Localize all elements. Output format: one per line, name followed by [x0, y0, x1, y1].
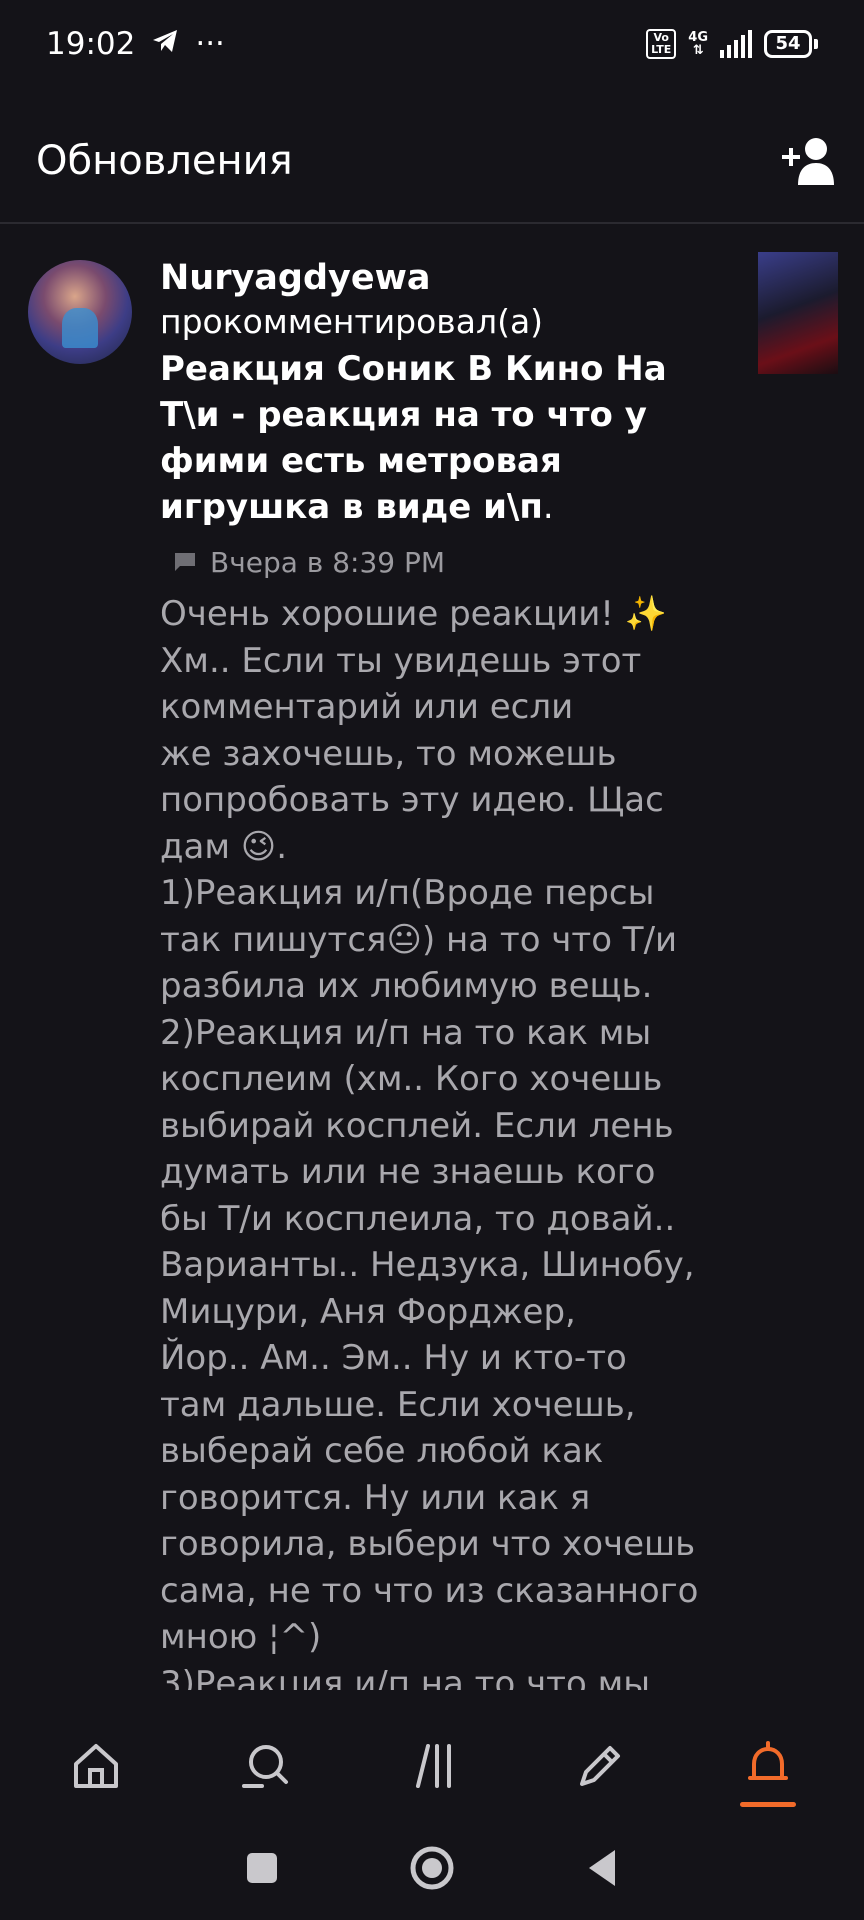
more-notifications-icon: ··· — [195, 26, 225, 62]
feed-icon — [416, 1744, 451, 1788]
nav-home[interactable] — [41, 1721, 151, 1811]
nav-feed[interactable] — [377, 1721, 487, 1811]
avatar[interactable] — [28, 260, 132, 364]
edit-icon — [580, 1746, 620, 1786]
comment-line: попробовать эту идею. Щас — [160, 780, 664, 820]
comment-line: Варианты.. Недзука, Шинобу, — [160, 1245, 695, 1285]
comment-line: думать или не знаешь кого — [160, 1152, 656, 1192]
system-nav — [0, 1820, 864, 1920]
square-icon — [247, 1853, 277, 1883]
notification-content: Nuryagdyewa прокомментировал(а) Реакция … — [160, 256, 730, 1690]
battery-level: 54 — [764, 30, 812, 58]
search-icon — [242, 1745, 288, 1788]
recents-button[interactable] — [245, 1851, 279, 1889]
comment-line: дам 😉. — [160, 826, 288, 867]
add-user-button[interactable] — [778, 129, 842, 193]
comment-line: говорится. Ну или как я — [160, 1477, 591, 1518]
status-left: 19:02 ··· — [46, 26, 225, 62]
comment-icon — [174, 546, 196, 579]
post-title[interactable]: Реакция Соник В Кино На Т\и - реакция на… — [160, 346, 730, 530]
data-arrows-icon: ⇅ — [692, 43, 704, 58]
telegram-icon — [151, 26, 179, 62]
nav-create[interactable] — [545, 1721, 655, 1811]
nav-notifications[interactable] — [713, 1721, 823, 1811]
bottom-nav — [0, 1716, 864, 1816]
comment-line: 3)Реакция и/п на то что мы — [160, 1663, 651, 1691]
bell-icon — [748, 1741, 788, 1780]
nav-search[interactable] — [209, 1721, 319, 1811]
comment-line: сама, не то что из сказанного — [160, 1570, 699, 1611]
status-time: 19:02 — [46, 26, 136, 62]
comment-line: там дальше. Если хочешь, — [160, 1384, 636, 1425]
app-header: Обновления — [0, 100, 864, 224]
circle-icon — [410, 1846, 454, 1890]
page-title: Обновления — [36, 138, 293, 184]
comment-line: разбила их любимую вещь. — [160, 966, 653, 1006]
battery-tip — [814, 39, 818, 49]
add-user-icon — [782, 138, 834, 185]
back-triangle-icon — [589, 1850, 615, 1886]
comment-text: Очень хорошие реакции! ✨ Хм.. Если ты уви… — [160, 591, 740, 1690]
comment-line: выберай себе любой как — [160, 1431, 604, 1471]
comment-line: выбирай косплей. Если лень — [160, 1105, 674, 1146]
active-tab-indicator — [740, 1802, 796, 1807]
home-system-button[interactable] — [409, 1845, 455, 1895]
timestamp-row: Вчера в 8:39 PM — [174, 546, 730, 579]
home-icon — [74, 1744, 118, 1788]
comment-line: же захочешь, то можешь — [160, 733, 617, 774]
post-title-suffix: . — [542, 487, 554, 527]
comment-line: бы Т/и косплеила, то довай.. — [160, 1198, 676, 1239]
comment-line: Йор.. Ам.. Эм.. Ну и кто-то — [160, 1338, 627, 1378]
comment-line: косплеим (хм.. Кого хочешь — [160, 1059, 663, 1099]
comment-line: 2)Реакция и/п на то как мы — [160, 1012, 652, 1053]
notification-item[interactable]: Nuryagdyewa прокомментировал(а) Реакция … — [0, 250, 864, 1690]
post-thumbnail[interactable] — [758, 252, 838, 374]
status-right: Vo LTE 4G ⇅ 54 — [646, 29, 818, 59]
signal-icon — [720, 30, 752, 58]
action-text: прокомментировал(а) — [160, 302, 544, 341]
comment-line: 1)Реакция и/п(Вроде персы — [160, 873, 655, 913]
comment-line: Хм.. Если ты увидешь этот — [160, 640, 642, 681]
network-indicator: 4G ⇅ — [688, 31, 708, 57]
post-title-text: Реакция Соник В Кино На Т\и - реакция на… — [160, 349, 667, 527]
comment-line: так пишутся😐) на то что Т/и — [160, 919, 678, 960]
username[interactable]: Nuryagdyewa — [160, 256, 730, 300]
comment-line: Очень хорошие реакции! ✨ — [160, 594, 668, 634]
back-button[interactable] — [585, 1848, 619, 1892]
comment-line: комментарий или если — [160, 687, 574, 727]
comment-line: Мицури, Аня Форджер, — [160, 1291, 576, 1332]
comment-line: мною ¦^) — [160, 1617, 322, 1657]
volte-icon: Vo LTE — [646, 29, 677, 59]
timestamp: Вчера в 8:39 PM — [210, 546, 446, 579]
comment-line: говорила, выбери что хочешь — [160, 1524, 696, 1564]
battery-icon: 54 — [764, 30, 818, 58]
status-bar: 19:02 ··· Vo LTE 4G ⇅ 54 — [0, 0, 864, 88]
